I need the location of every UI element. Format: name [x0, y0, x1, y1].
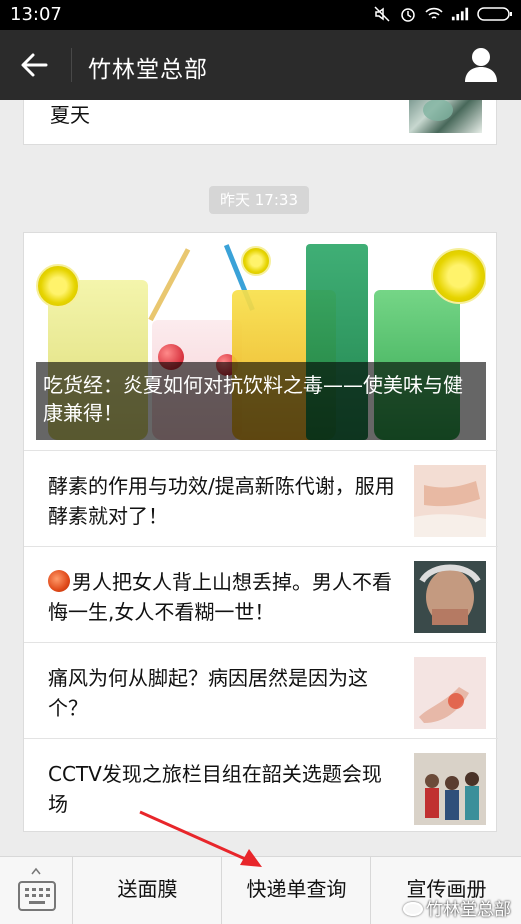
article-thumbnail: [414, 753, 486, 825]
menu-express-query[interactable]: 快递单查询: [223, 857, 371, 924]
status-time: 13:07: [10, 4, 62, 25]
wifi-icon: [425, 5, 443, 23]
signal-icon: [451, 5, 469, 23]
article-title: 痛风为何从脚起？病因居然是因为这个？: [48, 666, 368, 720]
message-feed: 夏天 昨天 17:33 吃货经：炎夏如何对抗饮料之毒——使美味与健康兼得！ 酵素…: [0, 100, 521, 856]
header-divider: [71, 48, 72, 82]
previous-article-card[interactable]: 夏天: [23, 100, 497, 145]
bottom-menu: 送面膜 快递单查询 宣传画册 竹林堂总部: [0, 856, 521, 924]
article-thumbnail: [414, 561, 486, 633]
straw-graphic: [148, 248, 191, 322]
keyboard-icon[interactable]: [0, 857, 73, 924]
list-item[interactable]: 痛风为何从脚起？病因居然是因为这个？: [24, 642, 498, 738]
article-title: 男人把女人背上山想丢掉。男人不看悔一生,女人不看糊一世！: [48, 570, 392, 624]
message-timestamp: 昨天 17:33: [209, 186, 309, 214]
article-title: CCTV发现之旅栏目组在韶关选题会现场: [48, 762, 382, 816]
mute-icon: [373, 5, 391, 23]
wechat-logo-icon: [403, 902, 423, 916]
rose-emoji-icon: [48, 570, 70, 592]
cover-caption: 吃货经：炎夏如何对抗饮料之毒——使美味与健康兼得！: [36, 362, 486, 440]
watermark: 竹林堂总部: [403, 895, 511, 920]
lemon-slice: [241, 246, 271, 276]
chat-header: 竹林堂总部: [0, 30, 521, 100]
previous-article-thumbnail: [409, 100, 482, 133]
back-arrow-icon[interactable]: [18, 50, 52, 80]
alarm-icon: [399, 5, 417, 23]
user-profile-icon[interactable]: [463, 46, 499, 84]
news-card: 吃货经：炎夏如何对抗饮料之毒——使美味与健康兼得！ 酵素的作用与功效/提高新陈代…: [23, 232, 498, 834]
chat-title: 竹林堂总部: [88, 57, 208, 83]
lemon-slice: [431, 248, 486, 304]
status-bar: 13:07: [0, 0, 521, 30]
article-thumbnail: [414, 657, 486, 729]
cover-article[interactable]: 吃货经：炎夏如何对抗饮料之毒——使美味与健康兼得！: [36, 244, 486, 440]
article-title: 酵素的作用与功效/提高新陈代谢，服用酵素就对了！: [48, 474, 395, 528]
list-item[interactable]: CCTV发现之旅栏目组在韶关选题会现场: [24, 738, 498, 834]
battery-icon: [477, 5, 513, 23]
list-item[interactable]: 酵素的作用与功效/提高新陈代谢，服用酵素就对了！: [24, 450, 498, 546]
previous-article-title: 夏天: [50, 103, 90, 127]
article-thumbnail: [414, 465, 486, 537]
menu-send-mask[interactable]: 送面膜: [74, 857, 222, 924]
lemon-slice: [36, 264, 80, 308]
list-item[interactable]: 男人把女人背上山想丢掉。男人不看悔一生,女人不看糊一世！: [24, 546, 498, 642]
